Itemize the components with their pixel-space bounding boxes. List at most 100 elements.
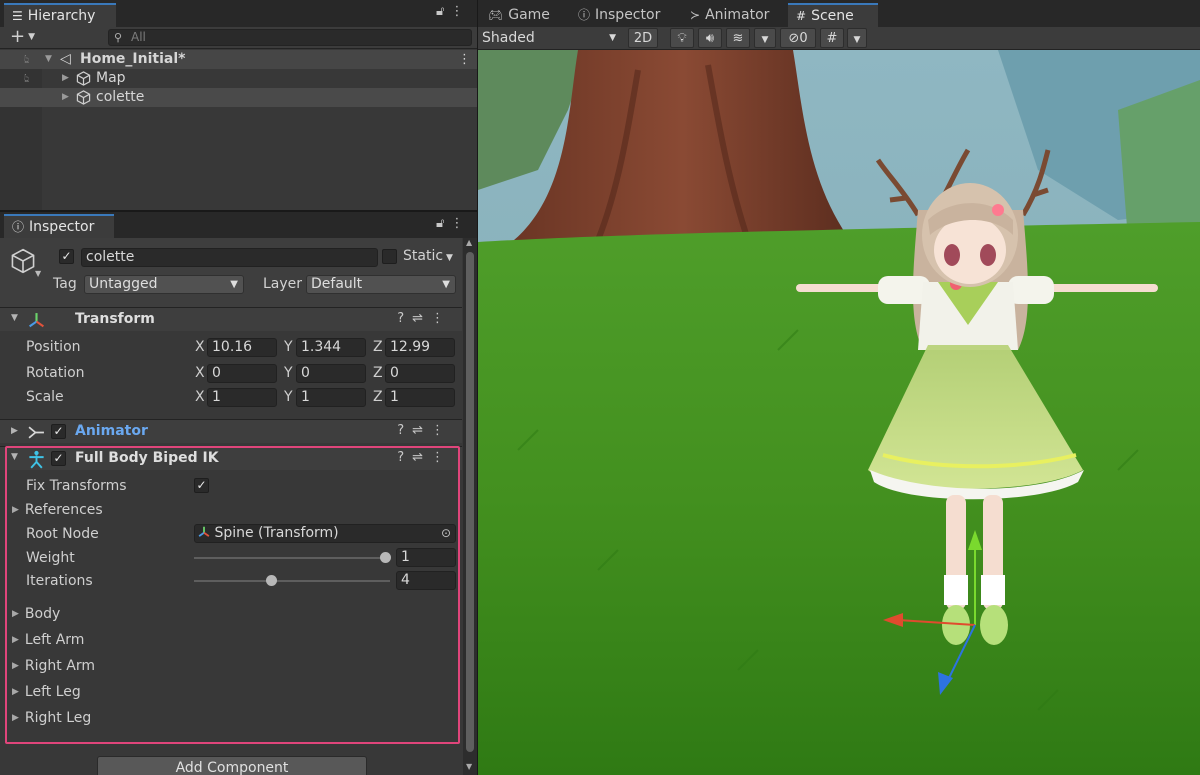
root-node-field[interactable]: Spine (Transform) ⊙ xyxy=(194,524,456,543)
axis-z-label[interactable]: Z xyxy=(373,365,383,381)
scene-row[interactable]: 👆︎ ▼ ◁ Home_Initial* ⋮ xyxy=(0,50,477,69)
right-arm-foldout[interactable]: ▶ Right Arm xyxy=(12,658,95,674)
axis-x-label[interactable]: X xyxy=(195,339,205,355)
axis-x-label[interactable]: X xyxy=(195,389,205,405)
left-leg-foldout[interactable]: ▶ Left Leg xyxy=(12,684,81,700)
active-checkbox[interactable]: ✓ xyxy=(59,249,74,264)
rotation-z-field[interactable]: 0 xyxy=(385,364,455,383)
rotation-label: Rotation xyxy=(26,365,85,381)
axis-y-label[interactable]: Y xyxy=(284,389,293,405)
pick-toggle-icon[interactable]: 👆︎ xyxy=(24,50,29,69)
shading-mode-dropdown[interactable]: Shaded ▼ xyxy=(482,28,620,48)
expand-arrow-icon[interactable]: ▼ xyxy=(45,50,52,69)
presets-icon[interactable]: ⇌ xyxy=(412,450,431,465)
component-header-icons: ?⇌⋮ xyxy=(397,450,452,465)
expand-arrow-icon[interactable]: ▶ xyxy=(11,426,18,436)
help-icon[interactable]: ? xyxy=(397,450,412,465)
position-label: Position xyxy=(26,339,81,355)
scale-y-field[interactable]: 1 xyxy=(296,388,366,407)
help-icon[interactable]: ? xyxy=(397,311,412,326)
collapse-arrow-icon[interactable]: ▼ xyxy=(11,452,18,462)
iterations-slider-handle[interactable] xyxy=(266,575,278,586)
effects-dropdown[interactable]: ▼ xyxy=(754,28,776,48)
transform-header[interactable]: ▼ Transform ?⇌⋮ xyxy=(0,307,462,331)
rotation-x-field[interactable]: 0 xyxy=(207,364,277,383)
hierarchy-item-selected[interactable]: ▶ colette xyxy=(0,88,477,107)
search-input[interactable]: ⚲ All xyxy=(108,29,472,46)
toggle-2d-button[interactable]: 2D xyxy=(628,28,658,48)
gameobject-cube-icon[interactable] xyxy=(10,248,36,274)
layer-dropdown[interactable]: Default ▼ xyxy=(306,275,456,294)
animator-icon: ≻ xyxy=(690,8,701,22)
collapse-arrow-icon[interactable]: ▼ xyxy=(11,313,18,323)
axis-x-label[interactable]: X xyxy=(195,365,205,381)
expand-arrow-icon[interactable]: ▶ xyxy=(62,88,69,107)
add-component-button[interactable]: Add Component xyxy=(97,756,367,775)
more-menu-icon[interactable]: ⋮ xyxy=(431,311,452,326)
animator-enabled-checkbox[interactable]: ✓ xyxy=(51,424,66,439)
weight-slider-track[interactable] xyxy=(194,557,386,559)
weight-field[interactable]: 1 xyxy=(396,548,456,567)
axis-z-label[interactable]: Z xyxy=(373,389,383,405)
body-foldout[interactable]: ▶ Body xyxy=(12,606,60,622)
help-icon[interactable]: ? xyxy=(397,423,412,438)
static-dropdown[interactable]: Static ▼ xyxy=(403,248,453,264)
static-checkbox[interactable] xyxy=(382,249,397,264)
position-z-field[interactable]: 12.99 xyxy=(385,338,455,357)
iterations-field[interactable]: 4 xyxy=(396,571,456,590)
scene-render[interactable] xyxy=(478,50,1200,775)
tab-inspector-2[interactable]: ⓘ Inspector xyxy=(570,3,668,27)
scene-more-icon[interactable]: ⋮ xyxy=(458,50,471,69)
fbbik-header[interactable]: ▼ ✓ Full Body Biped IK ?⇌⋮ xyxy=(0,446,462,470)
lock-icon[interactable]: 🔓︎ xyxy=(436,4,450,19)
position-y-field[interactable]: 1.344 xyxy=(296,338,366,357)
position-x-field[interactable]: 10.16 xyxy=(207,338,277,357)
tab-scene[interactable]: # Scene xyxy=(788,3,878,27)
hierarchy-item[interactable]: 👆︎ ▶ Map xyxy=(0,69,477,88)
weight-slider-handle[interactable] xyxy=(380,552,391,563)
tab-game[interactable]: 🎮︎ Game xyxy=(480,3,558,27)
lighting-toggle-button[interactable]: 💡︎ xyxy=(670,28,694,48)
pick-toggle-icon[interactable]: 👆︎ xyxy=(24,69,29,88)
scene-visibility-button[interactable]: ⊘0 xyxy=(780,28,816,48)
axis-y-label[interactable]: Y xyxy=(284,365,293,381)
iterations-slider-track[interactable] xyxy=(194,580,390,582)
tag-dropdown[interactable]: Untagged ▼ xyxy=(84,275,244,294)
tab-hierarchy[interactable]: ☰ Hierarchy xyxy=(4,3,116,27)
lock-icon[interactable]: 🔓︎ xyxy=(436,216,450,231)
create-button[interactable]: + ▼ xyxy=(10,27,35,47)
scrollbar-thumb[interactable] xyxy=(466,252,474,752)
object-name-field[interactable]: colette xyxy=(81,248,378,267)
grid-dropdown[interactable]: ▼ xyxy=(847,28,867,48)
more-menu-icon[interactable]: ⋮ xyxy=(431,450,452,465)
scene-viewport[interactable] xyxy=(478,50,1200,775)
grid-toggle-button[interactable]: # xyxy=(820,28,844,48)
more-menu-icon[interactable]: ⋮ xyxy=(450,4,469,19)
tab-animator[interactable]: ≻ Animator xyxy=(682,3,777,27)
scale-z-field[interactable]: 1 xyxy=(385,388,455,407)
presets-icon[interactable]: ⇌ xyxy=(412,423,431,438)
fbbik-enabled-checkbox[interactable]: ✓ xyxy=(51,451,66,466)
effects-toggle-button[interactable]: ≋ xyxy=(726,28,750,48)
inspector-scrollbar[interactable]: ▲ ▼ xyxy=(463,238,477,775)
scale-x-field[interactable]: 1 xyxy=(207,388,277,407)
rotation-y-field[interactable]: 0 xyxy=(296,364,366,383)
gameobject-cube-icon xyxy=(76,90,91,105)
axis-y-label[interactable]: Y xyxy=(284,339,293,355)
tag-label: Tag xyxy=(53,276,77,292)
left-arm-foldout[interactable]: ▶ Left Arm xyxy=(12,632,84,648)
axis-z-label[interactable]: Z xyxy=(373,339,383,355)
more-menu-icon[interactable]: ⋮ xyxy=(431,423,452,438)
animator-header[interactable]: ▶ ✓ Animator ?⇌⋮ xyxy=(0,419,462,443)
audio-toggle-button[interactable]: 🔊︎ xyxy=(698,28,722,48)
right-leg-foldout[interactable]: ▶ Right Leg xyxy=(12,710,91,726)
expand-arrow-icon[interactable]: ▶ xyxy=(62,69,69,88)
fix-transforms-checkbox[interactable]: ✓ xyxy=(194,478,209,493)
presets-icon[interactable]: ⇌ xyxy=(412,311,431,326)
tab-inspector[interactable]: ⓘ Inspector xyxy=(4,214,114,238)
scroll-up-icon[interactable]: ▲ xyxy=(466,238,472,247)
more-menu-icon[interactable]: ⋮ xyxy=(450,216,469,231)
scroll-down-icon[interactable]: ▼ xyxy=(466,762,472,771)
references-foldout[interactable]: ▶ References xyxy=(12,502,103,518)
object-picker-icon[interactable]: ⊙ xyxy=(441,525,451,542)
